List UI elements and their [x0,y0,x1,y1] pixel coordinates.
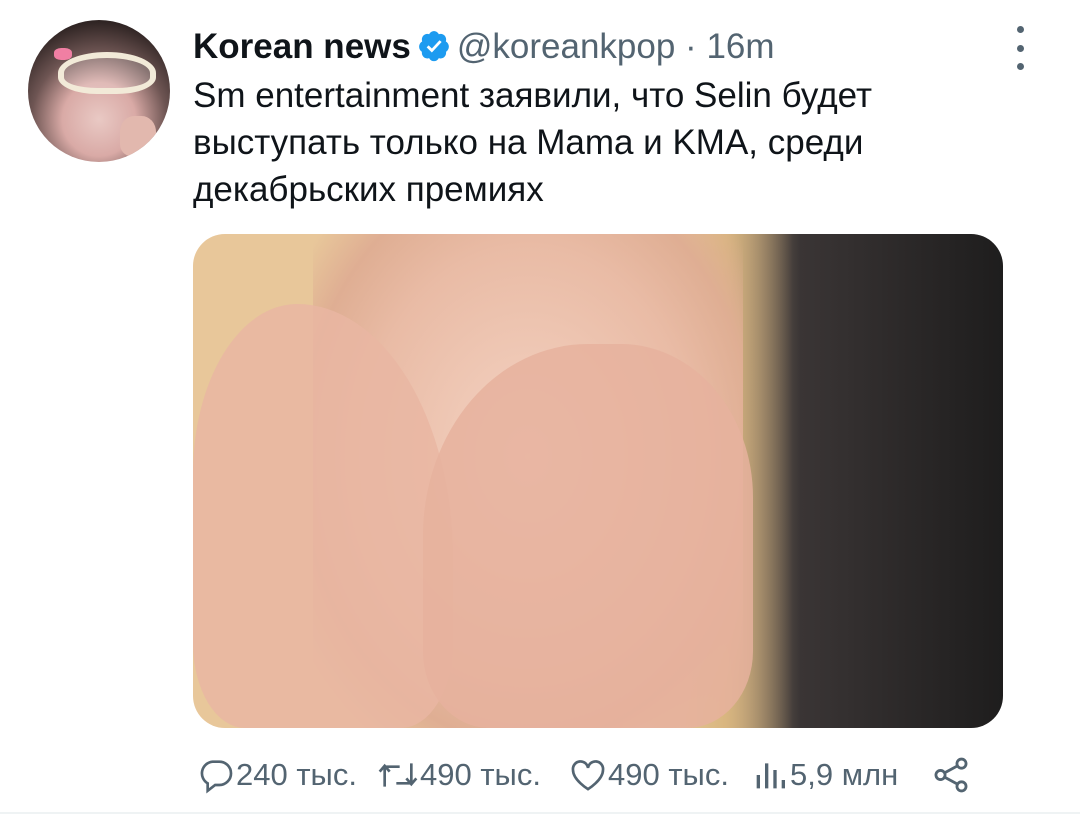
tweet-text: Sm entertainment заявили, что Selin буде… [193,76,872,209]
retweet-icon [376,755,420,795]
photo-right-hand [423,344,753,728]
avatar[interactable] [28,20,170,162]
views-button[interactable]: 5,9 млн [750,755,930,795]
like-button[interactable]: 490 тыс. [568,755,750,795]
share-button[interactable] [930,754,972,796]
tweet-photo[interactable] [193,234,1003,728]
retweet-button[interactable]: 490 тыс. [376,755,568,795]
like-icon [568,755,608,795]
reply-button[interactable]: 240 тыс. [196,755,376,795]
action-bar: 240 тыс. 490 тыс. 490 тыс. 5,9 млн [196,752,1026,798]
retweet-count: 490 тыс. [420,757,541,792]
reply-count: 240 тыс. [236,757,357,792]
tweet-header: Korean news @koreankpop · 16m [193,22,1023,74]
author-handle[interactable]: @koreankpop [457,27,675,66]
views-icon [750,755,790,795]
avatar-glasses [58,52,156,94]
avatar-bow [54,48,72,60]
more-icon[interactable] [1008,26,1032,70]
separator-dot: · [685,27,697,66]
like-count: 490 тыс. [608,757,729,792]
views-count: 5,9 млн [790,757,899,792]
avatar-hand [120,116,156,156]
reply-icon [196,755,236,795]
verified-icon [417,27,451,62]
tweet-time[interactable]: 16m [706,27,774,66]
divider [0,812,1080,814]
share-icon [930,754,972,796]
author-name[interactable]: Korean news [193,27,411,66]
